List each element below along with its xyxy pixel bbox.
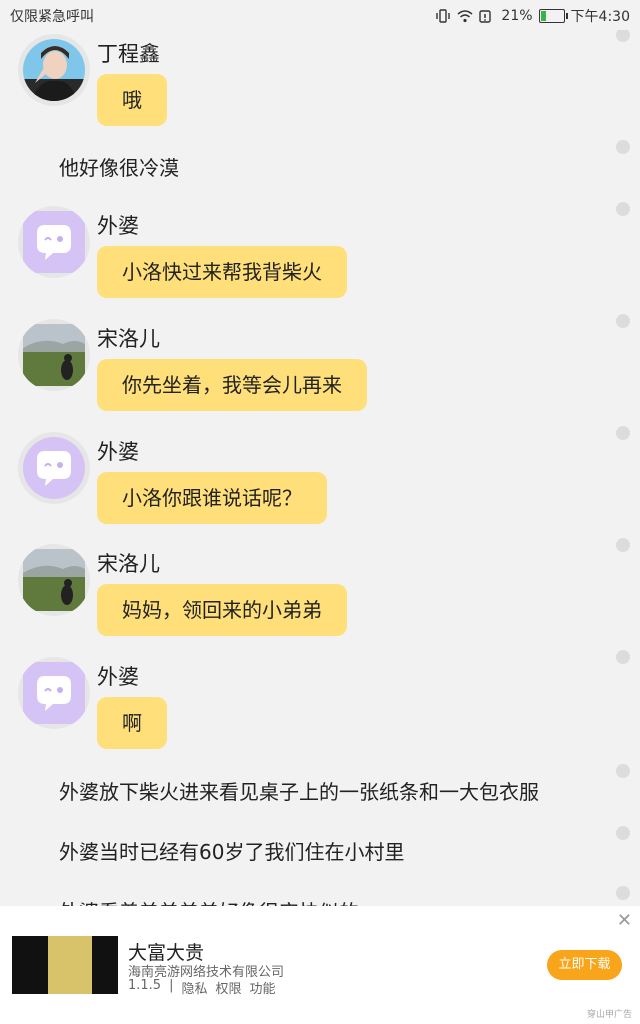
- ad-thumbnail[interactable]: [12, 936, 118, 994]
- avatar[interactable]: [18, 432, 90, 504]
- narration-text: 外婆放下柴火进来看见桌子上的一张纸条和一大包衣服: [59, 780, 539, 804]
- battery-icon: [538, 9, 568, 23]
- ad-banner[interactable]: ✕ 大富大贵 海南亮游网络技术有限公司 1.1.5 | 隐私 权限 功能 立即下…: [0, 906, 640, 1024]
- ad-separator: |: [169, 978, 174, 993]
- ad-thumbnail-image: [48, 936, 92, 994]
- speaker-name: 宋洛儿: [97, 552, 160, 576]
- ad-source-label: 穿山甲广告: [586, 1010, 632, 1020]
- speaker-name: 宋洛儿: [97, 327, 160, 351]
- speaker-name: 丁程鑫: [97, 42, 160, 66]
- timeline-dot: [616, 314, 630, 328]
- ad-features-link[interactable]: 功能: [250, 978, 276, 997]
- message-bubble: 妈妈，领回来的小弟弟: [97, 584, 347, 636]
- message-bubble: 你先坐着，我等会儿再来: [97, 359, 367, 411]
- chat-bubble-placeholder-icon: [23, 662, 85, 724]
- message-bubble: 小洛你跟谁说话呢？: [97, 472, 327, 524]
- avatar[interactable]: [18, 206, 90, 278]
- speaker-name: 外婆: [97, 665, 139, 689]
- timeline-dot: [616, 650, 630, 664]
- ad-version: 1.1.5: [128, 978, 162, 993]
- timeline-dot: [616, 538, 630, 552]
- vibrate-icon: [435, 9, 451, 23]
- chat-bubble-placeholder-icon: [23, 211, 85, 273]
- ad-privacy-link[interactable]: 隐私: [181, 978, 207, 997]
- timeline-dot: [616, 826, 630, 840]
- avatar[interactable]: [18, 34, 90, 106]
- narration-text: 外婆当时已经有60岁了我们住在小村里: [59, 840, 405, 864]
- message-bubble: 啊: [97, 697, 167, 749]
- message-bubble: 哦: [97, 74, 167, 126]
- download-button[interactable]: 立即下载: [547, 950, 622, 980]
- wifi-icon: [457, 9, 473, 23]
- avatar[interactable]: [18, 544, 90, 616]
- narration-text: 外婆看着弟弟弟弟好像很实快似的: [59, 896, 359, 906]
- timeline-dot: [616, 30, 630, 42]
- avatar[interactable]: [18, 657, 90, 729]
- clock: 下午4:30: [570, 9, 630, 25]
- battery-percent: 21%: [501, 8, 533, 24]
- carrier-status: 仅限紧急呼叫: [10, 9, 94, 25]
- timeline-dot: [616, 764, 630, 778]
- status-bar: 仅限紧急呼叫 21% 下午4:30: [0, 0, 640, 30]
- photo-landscape-icon: [23, 324, 85, 386]
- speaker-name: 外婆: [97, 214, 139, 238]
- timeline-dot: [616, 886, 630, 900]
- narration-text: 他好像很冷漠: [59, 156, 179, 180]
- ad-permissions-link[interactable]: 权限: [215, 978, 241, 997]
- close-icon[interactable]: ✕: [617, 910, 632, 931]
- message-bubble: 小洛快过来帮我背柴火: [97, 246, 347, 298]
- timeline-dot: [616, 426, 630, 440]
- speaker-name: 外婆: [97, 440, 139, 464]
- timeline-dot: [616, 140, 630, 154]
- timeline-dot: [616, 202, 630, 216]
- chat-bubble-placeholder-icon: [23, 437, 85, 499]
- ad-meta: 1.1.5 | 隐私 权限 功能: [128, 978, 276, 997]
- chat-story[interactable]: 丁程鑫 哦 他好像很冷漠 外婆 小洛快过来帮我背柴火 宋洛儿 你先坐着，我等会儿…: [0, 30, 640, 906]
- photo-landscape-icon: [23, 549, 85, 611]
- battery-alert-icon: [479, 9, 495, 23]
- avatar[interactable]: [18, 319, 90, 391]
- photo-portrait-icon: [23, 39, 85, 101]
- status-icons: 21% 下午4:30: [435, 6, 630, 26]
